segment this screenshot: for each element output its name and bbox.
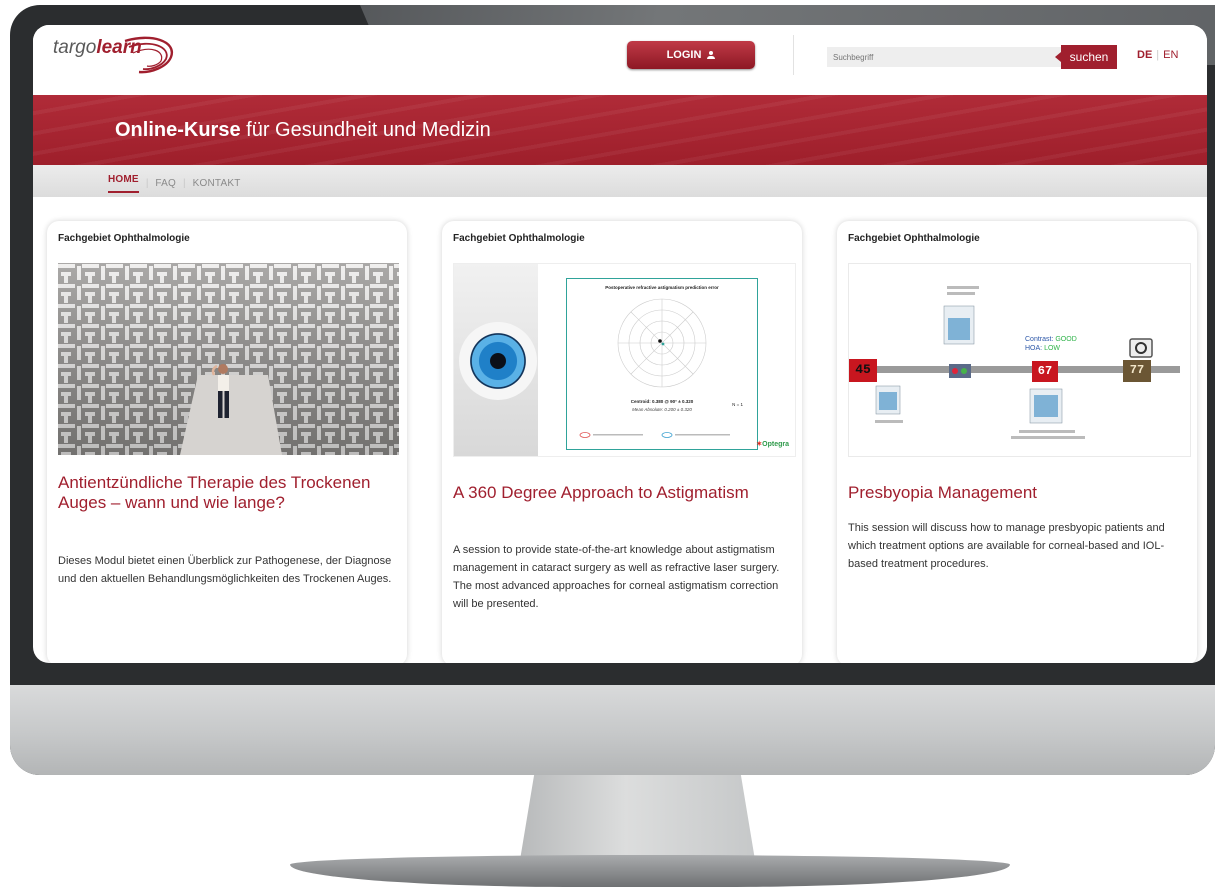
login-label: LOGIN — [666, 49, 702, 61]
card-title[interactable]: Presbyopia Management — [848, 483, 1183, 503]
course-image-astigmatism[interactable]: Postoperative refractive astigmatism pre… — [453, 263, 796, 457]
nav-separator: | — [145, 178, 149, 189]
age-67: 67 — [1037, 364, 1053, 378]
nav-item-kontakt[interactable]: KONTAKT — [193, 178, 241, 189]
card-category: Fachgebiet Ophthalmologie — [58, 233, 190, 244]
monitor-chin — [10, 685, 1215, 775]
optegra-brand: Optegra — [762, 441, 789, 448]
lang-en-link[interactable]: EN — [1163, 49, 1178, 61]
card-description: Dieses Modul bietet einen Überblick zur … — [58, 555, 392, 585]
polar-grid — [617, 298, 707, 388]
banner-title-bold: Online-Kurse — [115, 119, 241, 141]
plot-mean-absolute: Mean Absolute: 0.200 ± 0.320 — [632, 407, 692, 412]
eye-icon — [459, 322, 537, 400]
card-description: A session to provide state-of-the-art kn… — [453, 544, 780, 610]
age-77: 77 — [1129, 363, 1145, 377]
nav-separator: | — [183, 178, 186, 189]
site-header: targolearn LOGIN suchen DE|EN — [33, 25, 1207, 95]
card-description: This session will discuss how to manage … — [848, 522, 1165, 570]
course-image-presbyopia[interactable]: 45 67 77 Contrast: GOOD HOA: LOW — [848, 263, 1191, 457]
header-divider — [793, 35, 794, 75]
contrast-readout: Contrast: GOOD — [1025, 336, 1077, 343]
optegra-logo: ✶Optegra — [756, 440, 789, 448]
age-45: 45 — [855, 362, 871, 377]
hoa-readout: HOA: LOW — [1025, 345, 1060, 352]
search-button[interactable]: suchen — [1055, 45, 1117, 69]
website-screen: targolearn LOGIN suchen DE|EN Online-Kur… — [33, 25, 1207, 663]
lang-divider: | — [1156, 49, 1160, 61]
monitor-stand-base — [290, 855, 1010, 887]
language-switch: DE | EN — [1137, 49, 1178, 61]
nav-item-home[interactable]: HOME — [108, 174, 139, 193]
user-icon — [707, 51, 716, 59]
main-navigation: HOME | FAQ | KONTAKT — [33, 165, 1207, 197]
contrast-label: Contrast: — [1025, 336, 1054, 343]
eye-photo — [454, 264, 538, 456]
login-button[interactable]: LOGIN — [627, 41, 755, 69]
hoa-value: LOW — [1044, 345, 1061, 352]
course-card-presbyopia[interactable]: Fachgebiet Ophthalmologie 45 67 77 Contr… — [837, 221, 1197, 663]
nav-list: HOME | FAQ | KONTAKT — [108, 174, 241, 193]
course-card-dry-eye[interactable]: Fachgebiet Ophthalmologie Antientzündlic… — [47, 221, 407, 663]
maze-illustration — [58, 263, 399, 455]
course-card-astigmatism[interactable]: Fachgebiet Ophthalmologie Postoperative … — [442, 221, 802, 663]
contrast-value: GOOD — [1055, 336, 1077, 343]
card-title[interactable]: Antientzündliche Therapie des Trockenen … — [58, 473, 393, 513]
logo-swoosh-icon — [124, 36, 174, 74]
lang-de-link[interactable]: DE — [1137, 49, 1152, 61]
card-category: Fachgebiet Ophthalmologie — [848, 233, 980, 244]
plot-legend — [579, 432, 730, 438]
plot-n: N = 1 — [732, 402, 743, 407]
banner-title-rest: für Gesundheit und Medizin — [240, 119, 491, 141]
plot-centroid: Centroid: 0.380 @ 90° ± 0.320 — [630, 399, 694, 404]
monitor-stand-neck — [520, 775, 755, 860]
card-category: Fachgebiet Ophthalmologie — [453, 233, 585, 244]
course-image-maze[interactable] — [58, 263, 399, 455]
hero-banner: Online-Kurse für Gesundheit und Medizin — [33, 95, 1207, 165]
card-title[interactable]: A 360 Degree Approach to Astigmatism — [453, 483, 788, 503]
banner-title: Online-Kurse für Gesundheit und Medizin — [115, 119, 491, 142]
hoa-label: HOA: — [1025, 345, 1043, 352]
presbyopia-timeline — [849, 286, 1180, 439]
logo-text-regular: targo — [53, 37, 97, 58]
search-input[interactable] — [827, 47, 1061, 67]
polar-plot-panel: Postoperative refractive astigmatism pre… — [566, 278, 758, 450]
plot-title: Postoperative refractive astigmatism pre… — [605, 285, 719, 290]
nav-item-faq[interactable]: FAQ — [155, 178, 176, 189]
